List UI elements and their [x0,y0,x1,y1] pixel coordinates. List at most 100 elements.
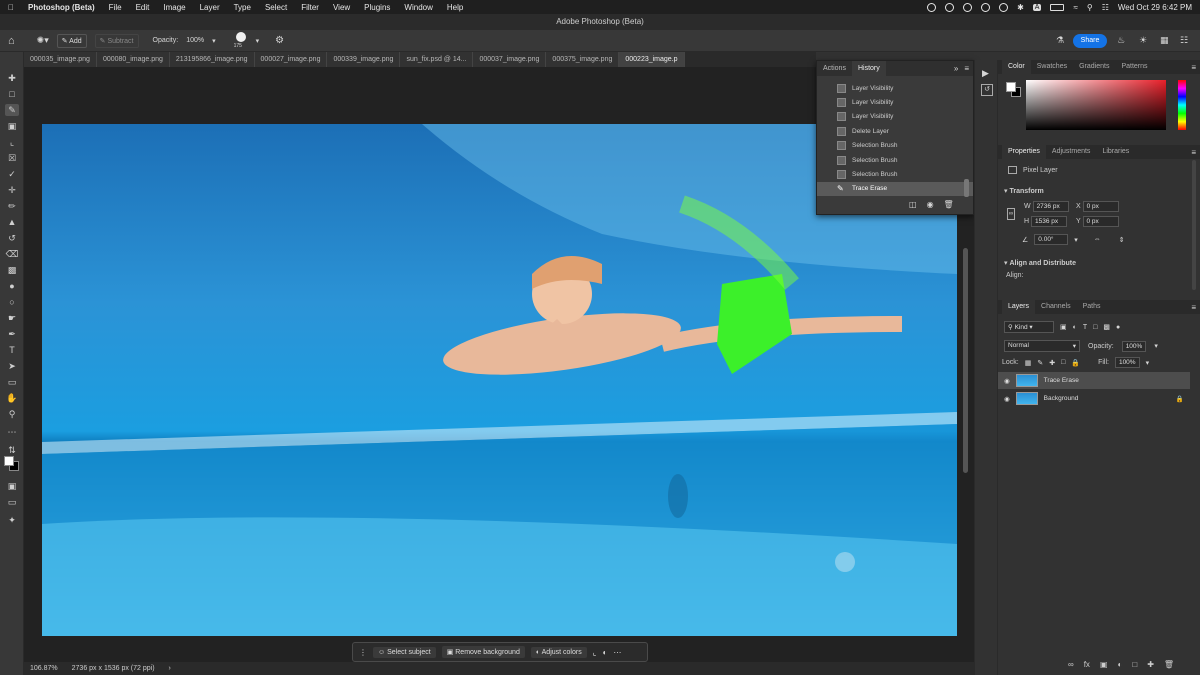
new-document-from-state-icon[interactable]: ◫ [909,200,917,209]
settings-gear-icon[interactable]: ⚙ [275,35,284,46]
type-tool-icon[interactable]: T [5,344,19,356]
quick-mask-icon[interactable]: ▣ [5,480,19,492]
select-subject-button[interactable]: ☺ Select subject [373,646,436,658]
filter-pixel-icon[interactable]: ▣ [1060,323,1067,331]
layer-opacity-field[interactable]: 100% [1121,340,1147,352]
menu-layer[interactable]: Layer [200,3,220,12]
canvas-scrollbar[interactable] [963,248,968,473]
history-scrollbar[interactable] [964,179,969,197]
tab-gradients[interactable]: Gradients [1073,60,1115,74]
panel-menu-icon[interactable]: ≡ [964,61,969,76]
flip-horizontal-icon[interactable]: ⇔ [1094,236,1101,243]
foreground-swatch[interactable] [1006,82,1016,92]
new-layer-icon[interactable]: ✚ [1147,660,1154,669]
crop-tool-icon[interactable]: ⌞ [5,136,19,148]
zoom-level[interactable]: 106.87% [30,665,58,672]
selection-brush-tool-icon[interactable]: ✺▾ [37,35,49,46]
lock-transparent-icon[interactable]: ▦ [1025,359,1032,367]
brush-preview[interactable]: 175 [234,31,248,51]
clock[interactable]: Wed Oct 29 6:42 PM [1118,3,1192,12]
move-tool-icon[interactable]: ✚ [5,72,19,84]
filter-smart-icon[interactable]: ▩ [1103,323,1110,331]
fill-field[interactable]: 100% [1114,357,1140,368]
visibility-eye-icon[interactable]: ◉ [1004,395,1010,403]
delete-layer-icon[interactable]: 🗑 [1164,660,1174,669]
fill-dropdown-icon[interactable]: ▾ [1146,359,1150,367]
remove-background-button[interactable]: ▣ Remove background [441,646,525,658]
tab-paths[interactable]: Paths [1077,300,1107,314]
globe-icon[interactable] [945,2,955,12]
brush-dropdown-icon[interactable]: ▾ [256,37,260,45]
workspace-icon[interactable]: ▦ [1160,35,1169,46]
tab-document[interactable]: 000035_image.png [24,52,97,67]
frame-tool-icon[interactable]: ☒ [5,152,19,164]
swap-colors-icon[interactable]: ⇅ [5,444,19,456]
share-button[interactable]: Share [1073,34,1107,48]
height-field[interactable]: 1536 px [1031,216,1068,227]
beaker-icon[interactable]: ⚗ [1056,35,1064,46]
tab-actions[interactable]: Actions [817,61,852,76]
sync-icon[interactable] [963,2,973,12]
tab-libraries[interactable]: Libraries [1096,145,1135,159]
lock-pixels-icon[interactable]: ✎ [1037,359,1043,367]
menu-edit[interactable]: Edit [136,3,150,12]
menu-view[interactable]: View [333,3,350,12]
lock-position-icon[interactable]: ✚ [1049,359,1055,367]
trash-icon[interactable]: 🗑 [944,200,954,209]
history-item[interactable]: Selection Brush [817,153,973,167]
arrange-icon[interactable]: ☷ [1180,35,1188,46]
screen-mode-icon[interactable]: ▭ [5,496,19,508]
hand-tool-icon[interactable]: ✋ [5,392,19,404]
cc-icon[interactable] [981,2,991,12]
pen-tool-icon[interactable]: ✒ [5,328,19,340]
menu-help[interactable]: Help [447,3,463,12]
generative-icon[interactable]: ✦ [5,514,19,526]
tab-document[interactable]: 000339_image.png [327,52,401,67]
subtract-mode-button[interactable]: ✎ Subtract [94,33,139,48]
opacity-dropdown-icon[interactable]: ▾ [1154,342,1158,350]
menu-app-name[interactable]: Photoshop (Beta) [28,3,95,12]
opacity-value[interactable]: 100% [186,37,204,44]
panel-menu-icon[interactable]: ≡ [1191,63,1196,72]
lock-artboard-icon[interactable]: □ [1061,359,1065,366]
tab-document[interactable]: 213195866_image.png [169,52,255,67]
spotlight-icon[interactable]: ⚲ [1087,3,1093,12]
brightness-icon[interactable]: ☀ [1139,35,1147,46]
x-field[interactable]: 0 px [1082,201,1119,212]
menu-type[interactable]: Type [234,3,251,12]
snapshot-camera-icon[interactable]: ◉ [927,200,934,209]
layer-kind-filter[interactable]: ⚲ Kind ▾ [1004,321,1054,333]
object-select-tool-icon[interactable]: ▣ [5,120,19,132]
blend-mode-select[interactable]: Normal ▾ [1004,340,1080,352]
visibility-eye-icon[interactable]: ◉ [1004,377,1010,385]
adjustment-icon[interactable]: ◐ [602,648,607,657]
more-tools-icon[interactable]: ⋯ [5,426,19,438]
y-field[interactable]: 0 px [1082,216,1119,227]
filter-type-icon[interactable]: T [1083,324,1087,331]
tab-document[interactable]: sun_fix.psd @ 14... [400,52,474,67]
history-brush-tool-icon[interactable]: ↺ [5,232,19,244]
menu-plugins[interactable]: Plugins [364,3,390,12]
transform-section[interactable]: ▾ Transform [1004,187,1044,195]
eraser-tool-icon[interactable]: ⌫ [5,248,19,260]
tab-document-active[interactable]: 000223_image.p [619,52,685,67]
eyedropper-tool-icon[interactable]: ✓ [5,168,19,180]
collapse-panel-icon[interactable]: » [954,61,958,76]
adjust-colors-button[interactable]: ◐ Adjust colors [530,646,587,658]
status-menu-icon[interactable]: › [169,665,171,672]
add-mode-button[interactable]: ✎ Add [56,33,87,48]
add-mask-icon[interactable]: ▣ [1100,660,1108,669]
filter-toggle-icon[interactable]: ● [1116,324,1120,331]
panel-menu-icon[interactable]: ≡ [1191,303,1196,312]
stamp-tool-icon[interactable]: ▲ [5,216,19,228]
history-panel-icon[interactable]: ↺ [981,84,993,96]
color-picker-field[interactable] [1026,80,1166,130]
link-dimensions-icon[interactable]: ∞ [1007,208,1015,220]
tab-swatches[interactable]: Swatches [1031,60,1073,74]
rectangle-tool-icon[interactable]: ▭ [5,376,19,388]
width-field[interactable]: 2736 px [1032,201,1069,212]
dodge-tool-icon[interactable]: ○ [5,296,19,308]
tab-document[interactable]: 000027_image.png [254,52,328,67]
lock-all-icon[interactable]: 🔒 [1071,359,1080,367]
filter-shape-icon[interactable]: □ [1093,324,1097,331]
